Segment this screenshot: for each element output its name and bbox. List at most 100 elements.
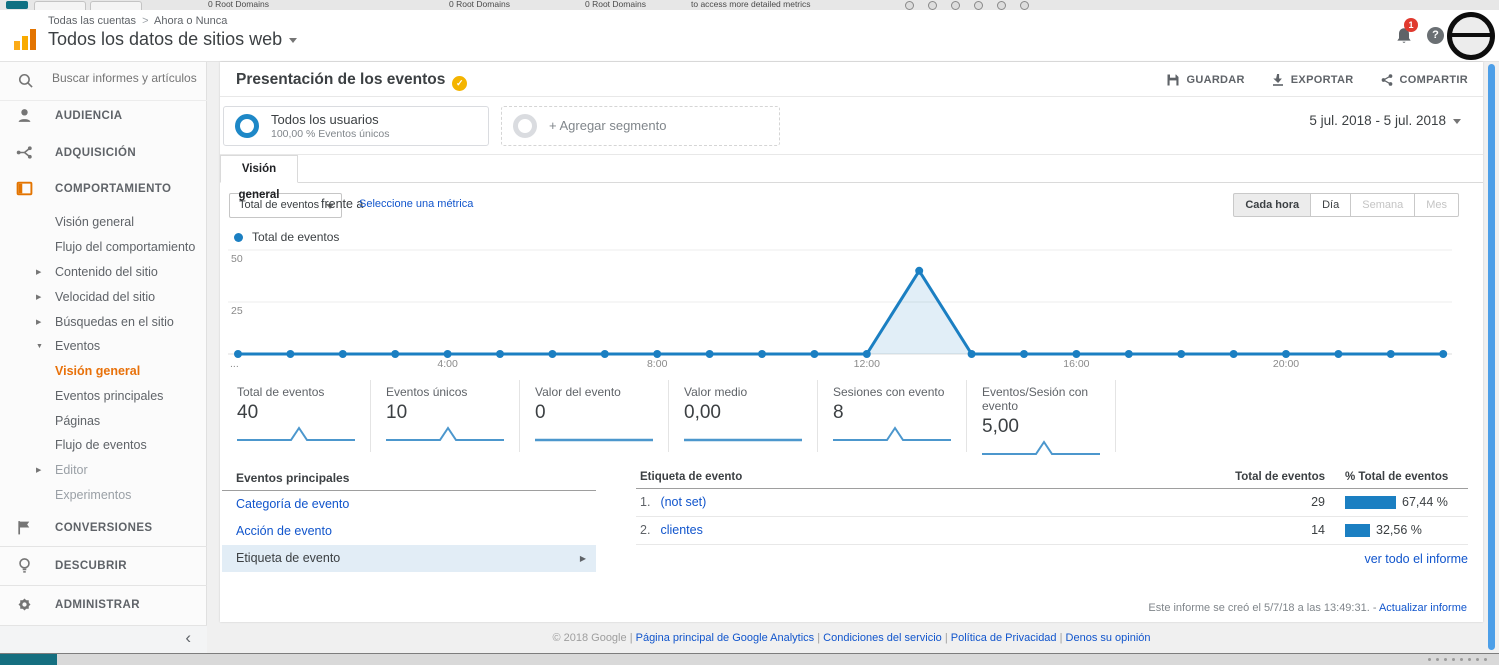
vs-label: frente a: [321, 197, 363, 211]
segments-row: Todos los usuarios 100,00 % Eventos únic…: [220, 97, 1483, 155]
table-row-selected[interactable]: Etiqueta de evento ▶: [222, 545, 596, 572]
column-header-pct[interactable]: % Total de eventos: [1345, 471, 1468, 483]
segment-all-users[interactable]: Todos los usuarios 100,00 % Eventos únic…: [223, 106, 489, 146]
table-row[interactable]: Acción de evento: [222, 518, 596, 545]
sidebar-search[interactable]: [0, 62, 207, 101]
save-icon: [1166, 73, 1180, 87]
property-title: Todos los datos de sitios web: [48, 29, 282, 49]
add-segment-button[interactable]: + Agregar segmento: [501, 106, 780, 146]
search-input[interactable]: [50, 70, 202, 86]
expand-arrow-icon[interactable]: ▶: [36, 310, 41, 335]
sidebar-item-administrar[interactable]: ADMINISTRAR: [0, 592, 207, 618]
sidebar-item-adquisicion[interactable]: ADQUISICIÓN: [0, 140, 207, 166]
person-icon: [16, 107, 33, 124]
view-full-report-link[interactable]: ver todo el informe: [1364, 552, 1468, 566]
taskbar-fragment: [0, 654, 57, 665]
percentage-bar: [1345, 524, 1370, 537]
events-chart[interactable]: 2550...4:008:0012:0016:0020:00: [228, 246, 1452, 370]
sparkline: [237, 425, 370, 443]
collapse-arrow-icon[interactable]: ▼: [36, 334, 43, 359]
refresh-report-link[interactable]: Actualizar informe: [1379, 602, 1467, 614]
sidebar-item-label: Flujo del comportamiento: [55, 240, 195, 254]
svg-text:4:00: 4:00: [437, 358, 458, 370]
footer-link-terms[interactable]: Condiciones del servicio: [823, 632, 942, 644]
sidebar-item-descubrir[interactable]: DESCUBRIR: [0, 553, 207, 579]
table-row[interactable]: 1.(not set) 29 67,44 %: [636, 489, 1468, 517]
metric-card-eventos-sesion[interactable]: Eventos/Sesión con evento 5,00: [967, 380, 1116, 452]
notification-badge[interactable]: 1: [1404, 18, 1418, 32]
help-button[interactable]: ?: [1427, 27, 1444, 44]
date-range-selector[interactable]: 5 jul. 2018 - 5 jul. 2018: [1309, 113, 1461, 128]
google-analytics-logo-icon: [14, 26, 40, 50]
column-header-etiqueta[interactable]: Etiqueta de evento: [636, 471, 1215, 483]
chart-legend: Total de eventos: [234, 230, 339, 244]
svg-text:50: 50: [231, 253, 243, 265]
tab-vision-general[interactable]: Visión general: [220, 155, 298, 183]
sidebar-item-comportamiento[interactable]: COMPORTAMIENTO: [0, 176, 207, 202]
footer: © 2018 Google | Página principal de Goog…: [220, 632, 1483, 644]
metric-card-sesiones-con-evento[interactable]: Sesiones con evento 8: [818, 380, 967, 452]
sidebar-item-eventos[interactable]: ▼Eventos: [0, 334, 207, 359]
dimensions-table-header: Eventos principales: [222, 467, 596, 491]
sidebar-item-contenido-del-sitio[interactable]: ▶ Contenido del sitio: [0, 260, 207, 285]
breadcrumb-accounts[interactable]: Todas las cuentas: [48, 15, 136, 27]
sidebar-item-label: AUDIENCIA: [55, 110, 123, 122]
footer-link-privacy[interactable]: Política de Privacidad: [951, 632, 1057, 644]
background-toolbar-icon: [1020, 1, 1029, 10]
select-metric-link[interactable]: Seleccione una métrica: [359, 198, 473, 210]
gear-icon: [16, 596, 33, 613]
row-rank: 1.: [640, 495, 650, 509]
metric-card-valor-medio[interactable]: Valor medio 0,00: [669, 380, 818, 452]
sidebar-item-experimentos[interactable]: Experimentos: [0, 483, 207, 508]
breadcrumb[interactable]: Todas las cuentas > Ahora o Nunca: [48, 15, 227, 27]
not-set-link[interactable]: (not set): [660, 495, 706, 509]
sidebar-item-velocidad-del-sitio[interactable]: ▶Velocidad del sitio: [0, 285, 207, 310]
sidebar-item-flujo-de-eventos[interactable]: Flujo de eventos: [0, 433, 207, 458]
metric-card-total-eventos[interactable]: Total de eventos 40: [222, 380, 371, 452]
breadcrumb-account-name[interactable]: Ahora o Nunca: [154, 15, 227, 27]
granularity-buttons: Cada hora Día Semana Mes: [1234, 193, 1459, 217]
categoria-de-evento-link[interactable]: Categoría de evento: [236, 497, 349, 511]
report-actions: GUARDAR EXPORTAR COMPARTIR: [1166, 62, 1468, 97]
granularity-dia[interactable]: Día: [1310, 193, 1351, 217]
sidebar-item-eventos-vision-general[interactable]: Visión general: [0, 359, 207, 384]
export-button[interactable]: EXPORTAR: [1271, 73, 1354, 87]
table-row[interactable]: Categoría de evento: [222, 491, 596, 518]
row-total: 14: [1215, 517, 1325, 544]
segment-title: Todos los usuarios: [271, 112, 379, 127]
accion-de-evento-link[interactable]: Acción de evento: [236, 524, 332, 538]
footer-link-home[interactable]: Página principal de Google Analytics: [636, 632, 815, 644]
sidebar-item-audiencia[interactable]: AUDIENCIA: [0, 103, 207, 129]
background-toolbar-icon: [928, 1, 937, 10]
footer-link-feedback[interactable]: Denos su opinión: [1066, 632, 1151, 644]
expand-arrow-icon[interactable]: ▶: [36, 458, 41, 483]
sparkline: [684, 425, 817, 443]
property-selector[interactable]: Todos los datos de sitios web: [48, 29, 297, 50]
expand-arrow-icon[interactable]: ▶: [36, 260, 41, 285]
save-button[interactable]: GUARDAR: [1166, 73, 1244, 87]
share-icon: [1380, 73, 1394, 87]
verified-badge-icon: ✓: [452, 76, 467, 91]
sidebar-item-busquedas-en-el-sitio[interactable]: ▶ Búsquedas en el sitio: [0, 310, 207, 335]
metric-card-eventos-unicos[interactable]: Eventos únicos 10: [371, 380, 520, 452]
table-row[interactable]: 2.clientes 14 32,56 %: [636, 517, 1468, 545]
column-header-total[interactable]: Total de eventos: [1215, 471, 1325, 483]
scrollbar[interactable]: [1488, 64, 1495, 650]
clientes-link[interactable]: clientes: [660, 523, 702, 537]
sidebar-item-label: Contenido del sitio: [55, 265, 158, 279]
legend-dot-icon: [234, 233, 243, 242]
granularity-cada-hora[interactable]: Cada hora: [1233, 193, 1311, 217]
sidebar-item-eventos-principales[interactable]: Eventos principales: [0, 384, 207, 409]
sidebar-item-label: Búsquedas en el sitio: [55, 315, 174, 329]
avatar[interactable]: [1447, 12, 1495, 60]
sidebar-item-paginas[interactable]: Páginas: [0, 409, 207, 434]
collapse-sidebar-button[interactable]: ‹: [185, 628, 191, 648]
sidebar-item-conversiones[interactable]: CONVERSIONES: [0, 515, 207, 541]
sidebar-item-flujo-del-comportamiento[interactable]: Flujo del comportamiento: [0, 235, 207, 260]
share-button[interactable]: COMPARTIR: [1380, 73, 1469, 87]
sidebar-item-vision-general[interactable]: Visión general: [0, 210, 207, 235]
metric-card-valor-del-evento[interactable]: Valor del evento 0: [520, 380, 669, 452]
expand-arrow-icon[interactable]: ▶: [36, 285, 41, 310]
sidebar: AUDIENCIA ADQUISICIÓN COMPORTAMIENTO Vis…: [0, 62, 207, 653]
sidebar-item-editor[interactable]: ▶Editor: [0, 458, 207, 483]
